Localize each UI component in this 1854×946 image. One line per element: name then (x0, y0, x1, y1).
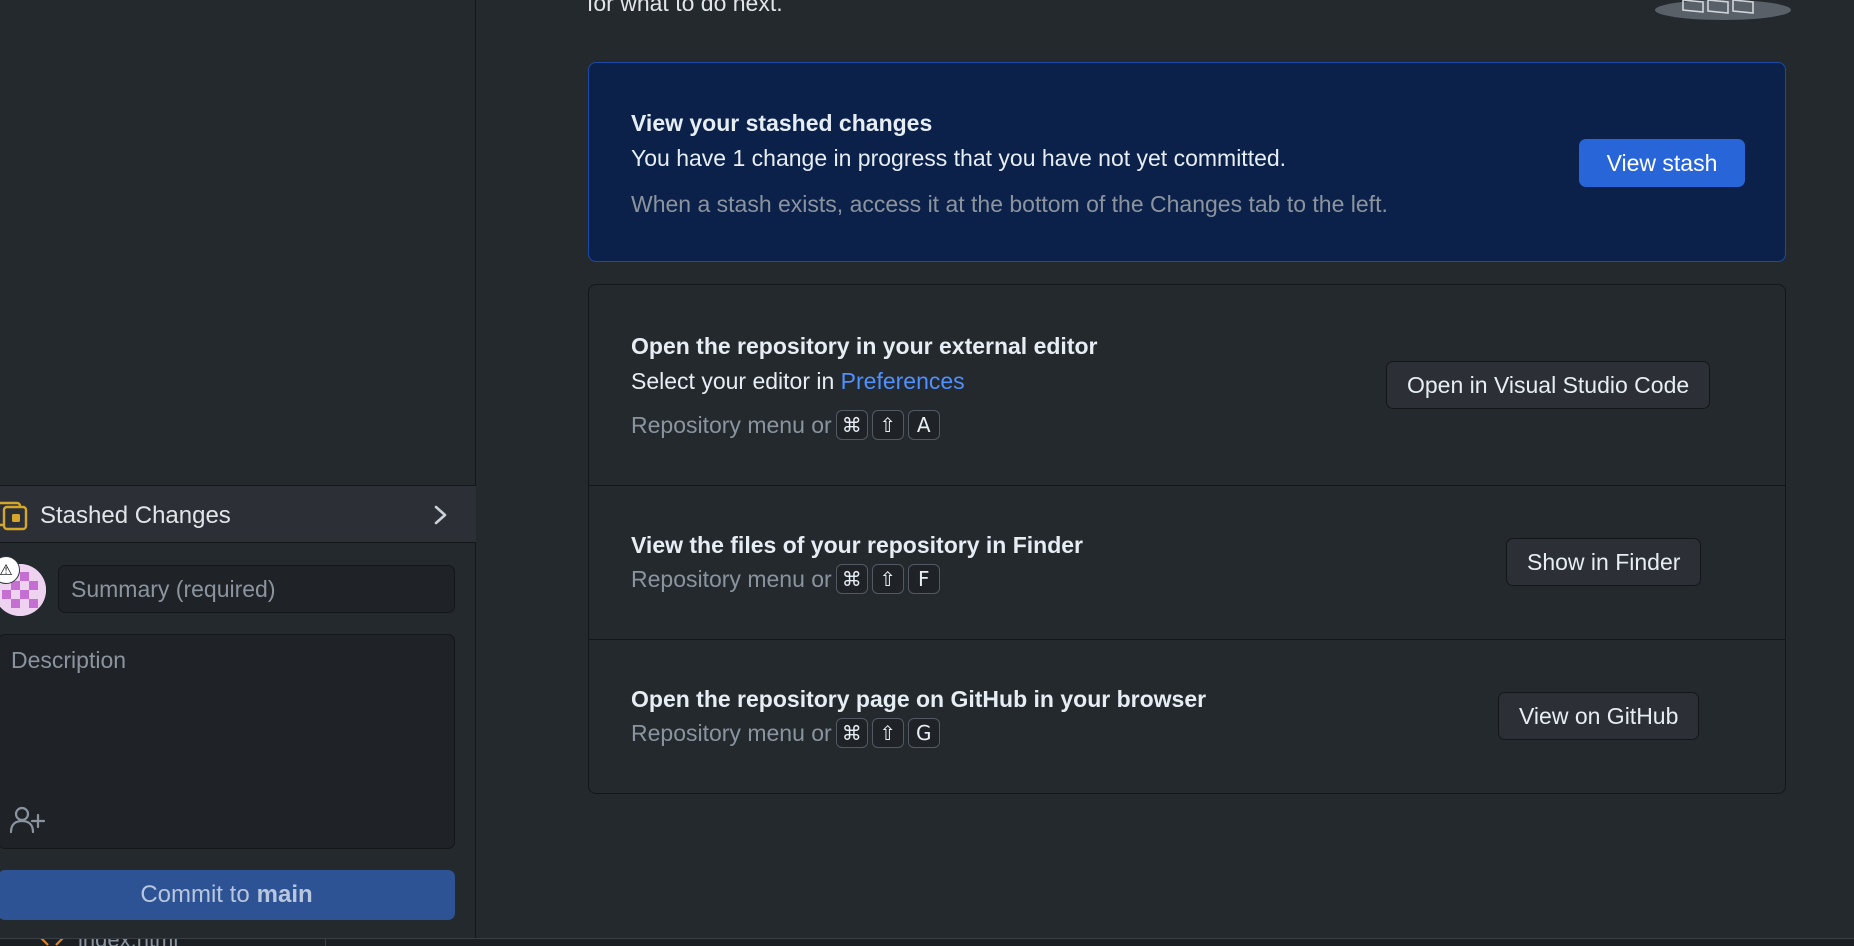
command-key: ⌘ (835, 564, 868, 594)
changes-sidebar: Stashed Changes ⚠ Summary (required) Des… (0, 0, 476, 938)
github-action-shortcut: Repository menu or ⌘ ⇧ G (631, 718, 940, 748)
commit-button[interactable]: Commit to main (0, 870, 455, 920)
view-stash-button[interactable]: View stash (1579, 139, 1745, 187)
shift-key: ⇧ (871, 410, 904, 440)
stashed-changes-row[interactable]: Stashed Changes (0, 485, 476, 543)
tab-divider (325, 939, 326, 946)
action-row-github: Open the repository page on GitHub in yo… (589, 639, 1785, 793)
show-in-finder-button[interactable]: Show in Finder (1506, 538, 1702, 586)
stack-icon (0, 501, 28, 531)
command-key: ⌘ (835, 410, 868, 440)
view-on-github-button[interactable]: View on GitHub (1498, 692, 1700, 740)
editor-action-body: Select your editor in Preferences (631, 368, 965, 395)
file-tab-strip: index.html (0, 938, 1854, 946)
letter-key: A (907, 410, 940, 440)
add-person-icon[interactable] (9, 805, 47, 835)
letter-key: G (907, 718, 940, 748)
stash-card-body: You have 1 change in progress that you h… (631, 145, 1287, 171)
open-in-editor-button[interactable]: Open in Visual Studio Code (1386, 361, 1711, 409)
stashed-changes-label: Stashed Changes (40, 502, 231, 529)
shortcut-prefix: Repository menu or (631, 719, 832, 746)
illustration-icon (1655, 0, 1791, 20)
commit-summary-input[interactable] (58, 565, 455, 613)
editor-action-shortcut: Repository menu or ⌘ ⇧ A (631, 410, 940, 440)
shortcut-prefix: Repository menu or (631, 565, 832, 592)
main-content: for what to do next. View your stashed c… (477, 0, 1854, 938)
action-row-finder: View the files of your repository in Fin… (589, 485, 1785, 639)
commit-description-input[interactable] (0, 635, 454, 785)
commit-button-branch: main (256, 881, 313, 908)
stash-card-title: View your stashed changes (631, 110, 933, 136)
finder-action-title: View the files of your repository in Fin… (631, 532, 1083, 558)
editor-action-title: Open the repository in your external edi… (631, 333, 1098, 359)
shift-key: ⇧ (871, 718, 904, 748)
suggested-actions-card: Open the repository in your external edi… (588, 284, 1786, 794)
preferences-link[interactable]: Preferences (841, 368, 965, 394)
intro-text: for what to do next. (587, 0, 783, 16)
github-action-title: Open the repository page on GitHub in yo… (631, 686, 1207, 712)
commit-button-prefix: Commit to (140, 881, 250, 908)
action-row-editor: Open the repository in your external edi… (589, 285, 1785, 485)
file-tab-label[interactable]: index.html (78, 939, 178, 946)
stash-card-hint: When a stash exists, access it at the bo… (631, 191, 1388, 217)
app-window: Stashed Changes ⚠ Summary (required) Des… (0, 0, 1854, 946)
command-key: ⌘ (835, 718, 868, 748)
shift-key: ⇧ (871, 564, 904, 594)
stash-card: View your stashed changes You have 1 cha… (588, 62, 1786, 262)
shortcut-prefix: Repository menu or (631, 411, 832, 438)
commit-description-box (0, 634, 455, 849)
code-icon (40, 939, 64, 946)
chevron-right-icon (434, 505, 447, 525)
letter-key: F (907, 564, 940, 594)
editor-action-body-prefix: Select your editor in (631, 368, 835, 394)
finder-action-shortcut: Repository menu or ⌘ ⇧ F (631, 564, 940, 594)
